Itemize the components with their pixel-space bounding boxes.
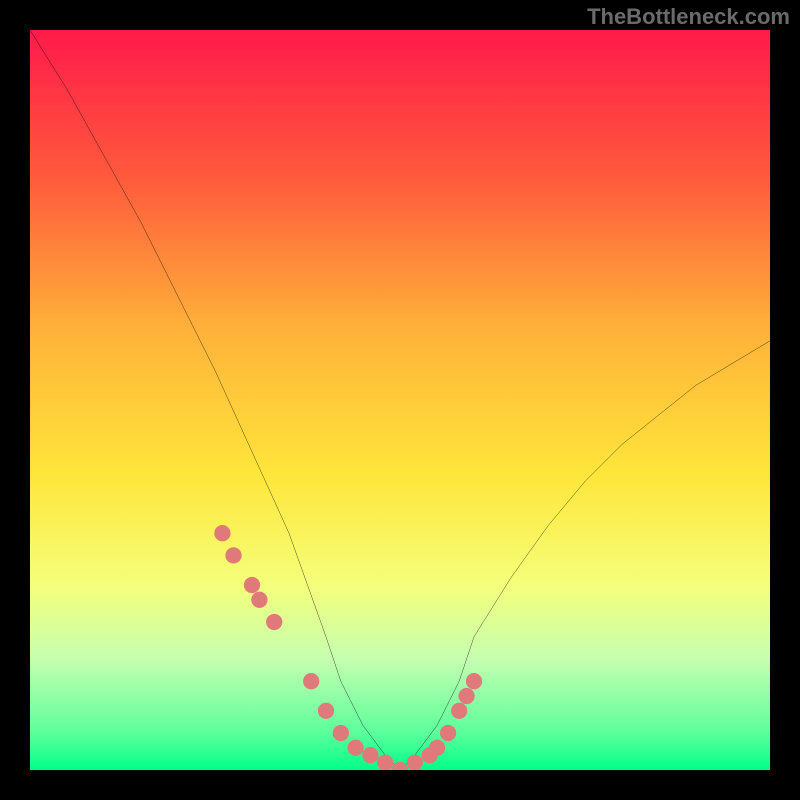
marker-point: [266, 614, 282, 630]
marker-point: [458, 688, 474, 704]
marker-point: [214, 525, 230, 541]
marker-point: [318, 703, 334, 719]
marker-point: [347, 740, 363, 756]
marker-point: [377, 754, 393, 770]
chart-svg: [30, 30, 770, 770]
marker-point: [451, 703, 467, 719]
bottleneck-curve: [30, 30, 770, 770]
marker-point: [440, 725, 456, 741]
marker-point: [429, 740, 445, 756]
watermark-text: TheBottleneck.com: [587, 4, 790, 30]
marker-point: [244, 577, 260, 593]
marker-point: [362, 747, 378, 763]
marker-point: [407, 754, 423, 770]
chart-plot-area: [30, 30, 770, 770]
marker-point: [466, 673, 482, 689]
marker-point: [251, 592, 267, 608]
marker-points: [214, 525, 482, 770]
marker-point: [392, 762, 408, 770]
marker-point: [303, 673, 319, 689]
marker-point: [333, 725, 349, 741]
marker-point: [225, 547, 241, 563]
